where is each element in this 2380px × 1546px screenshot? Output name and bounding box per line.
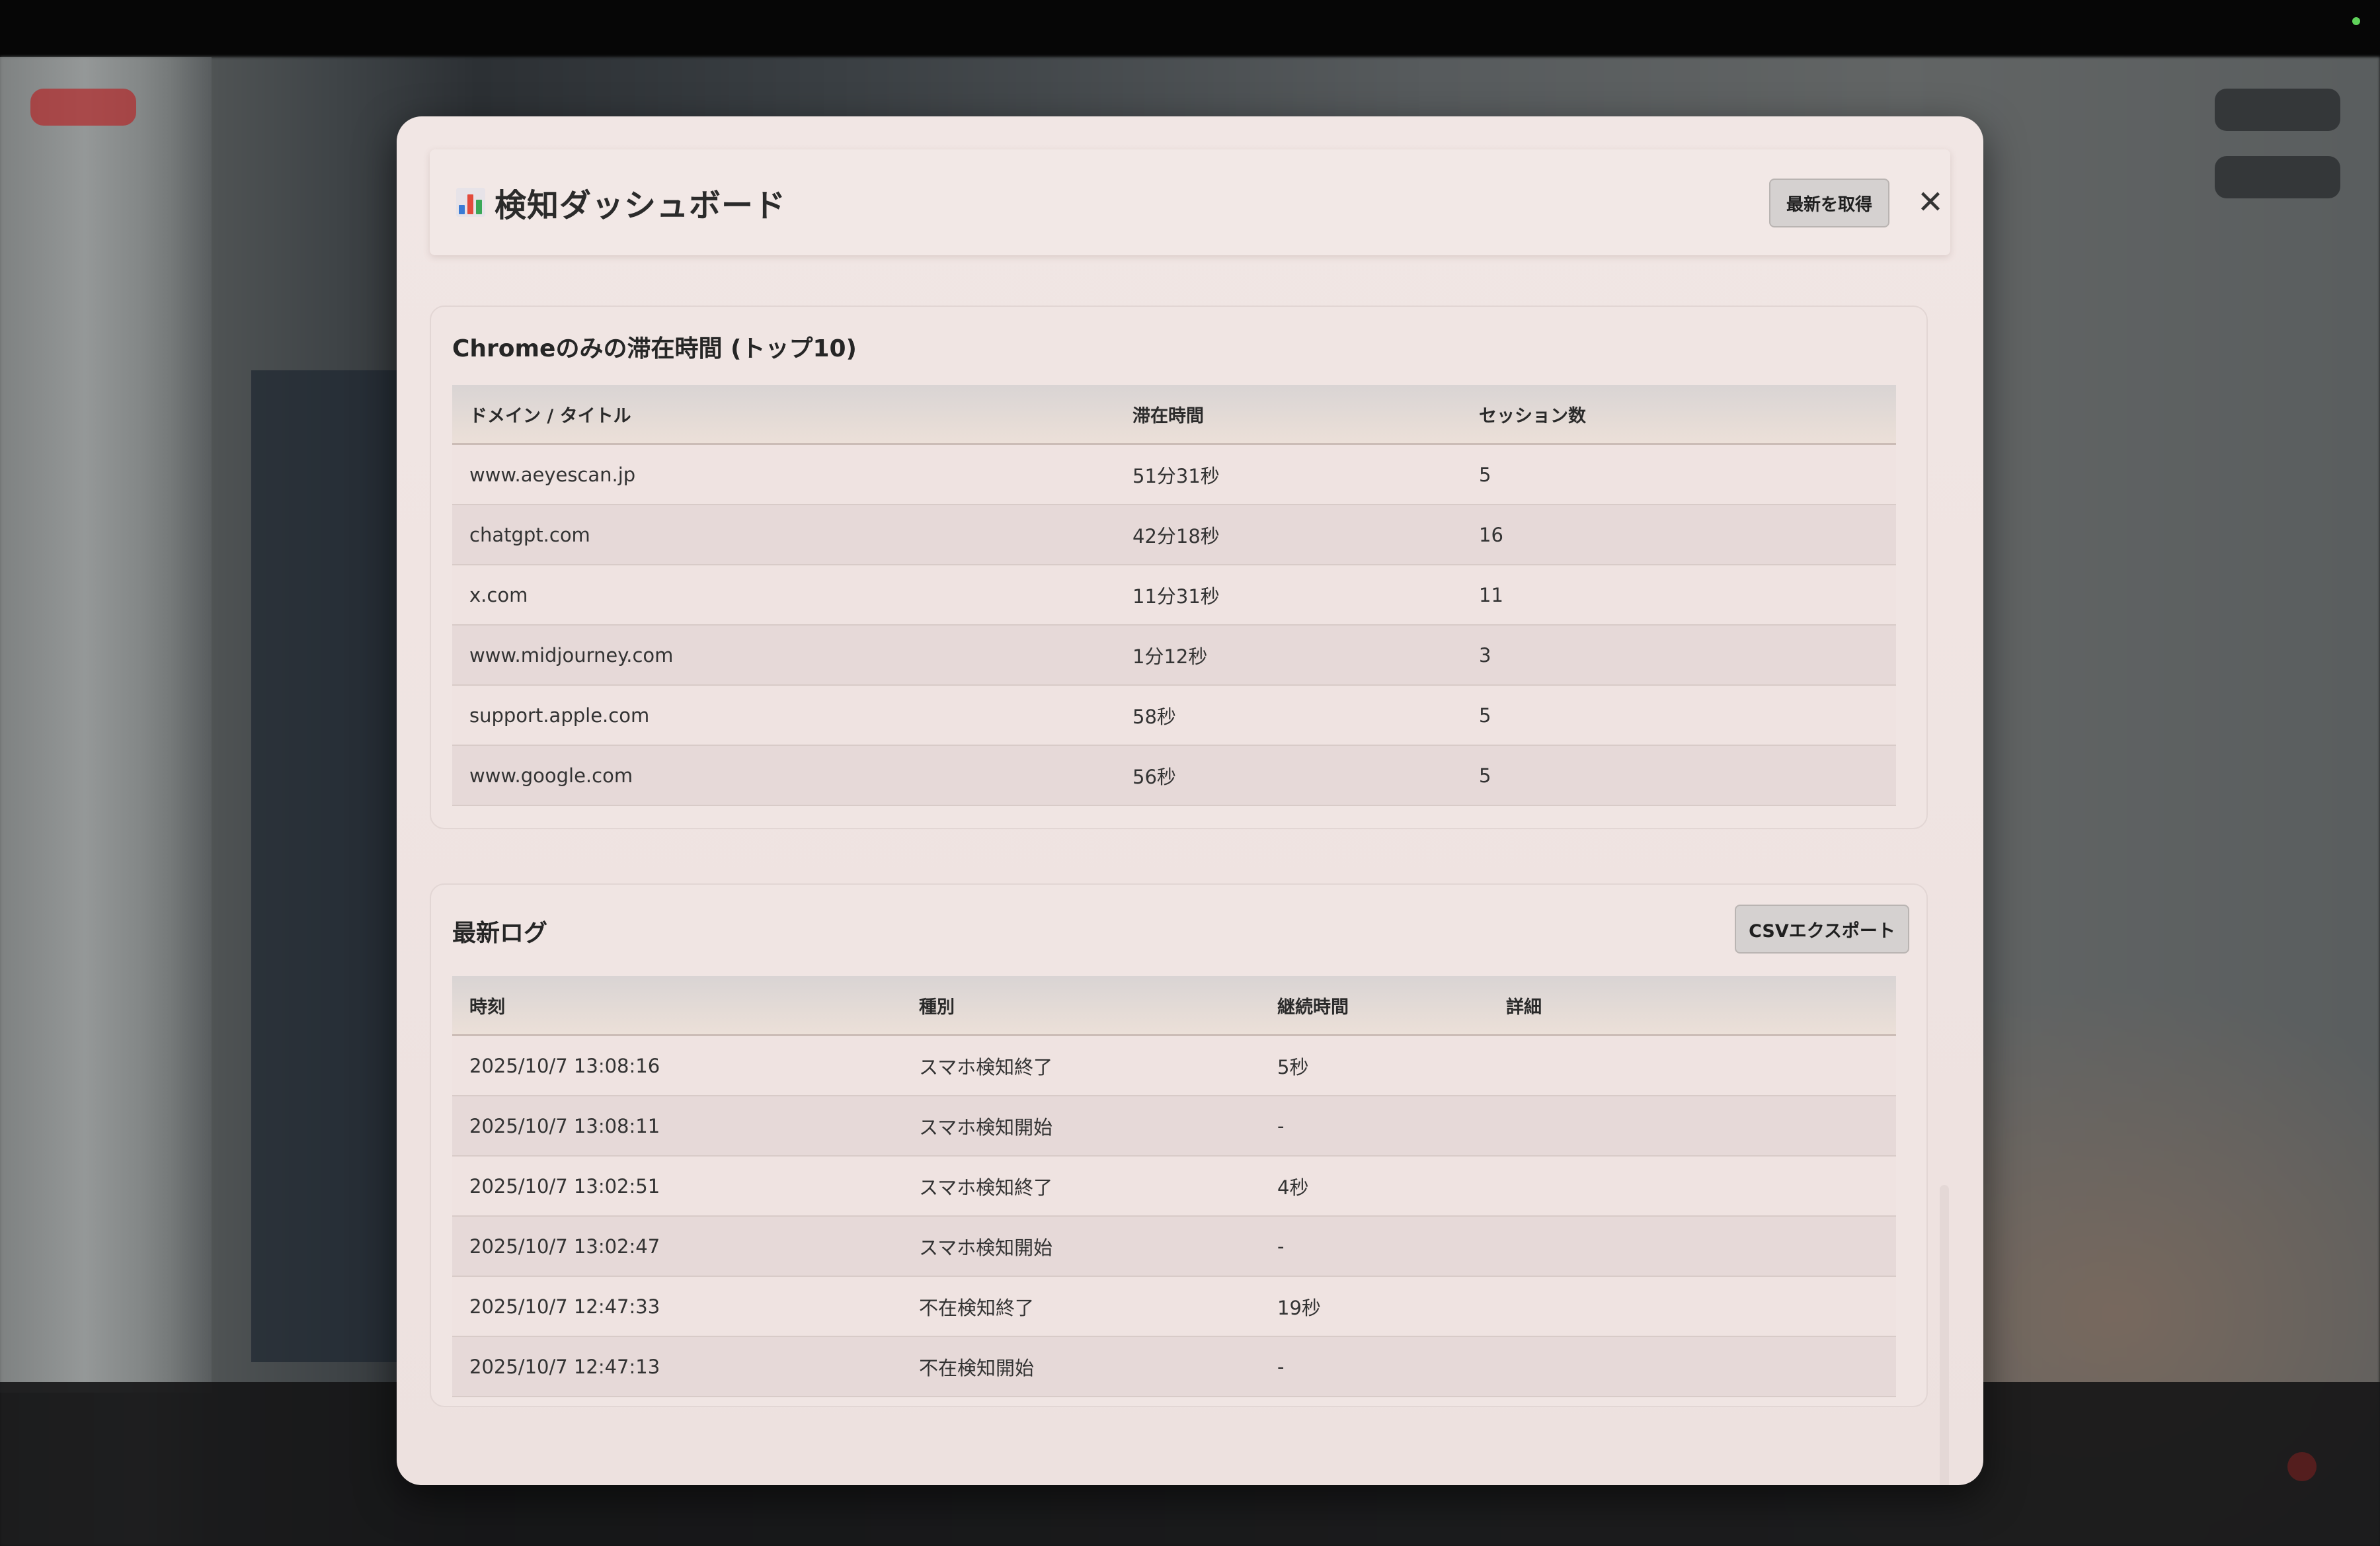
timestamp-cell: 2025/10/7 12:47:33 xyxy=(452,1276,902,1337)
sessions-cell: 5 xyxy=(1462,745,1896,806)
type-cell: スマホ検知開始 xyxy=(902,1216,1260,1277)
table-row: 2025/10/7 12:47:33 不在検知終了 19秒 xyxy=(452,1276,1896,1337)
sessions-cell: 11 xyxy=(1462,565,1896,626)
duration-cell: 19秒 xyxy=(1260,1276,1489,1337)
sessions-cell: 3 xyxy=(1462,625,1896,686)
timestamp-cell: 2025/10/7 13:08:16 xyxy=(452,1035,902,1096)
column-header-domain[interactable]: ドメイン / タイトル xyxy=(452,385,1115,445)
screen: 検知ダッシュボード 最新を取得 ✕ Chromeのみの滞在時間 (トップ10) … xyxy=(0,0,2380,1546)
dashboard-modal: 検知ダッシュボード 最新を取得 ✕ Chromeのみの滞在時間 (トップ10) … xyxy=(397,116,1983,1485)
background-button xyxy=(2215,89,2340,131)
log-table: 時刻 種別 継続時間 詳細 2025/10/7 13:08:16 スマホ検知終了… xyxy=(452,976,1896,1397)
table-header-row: ドメイン / タイトル 滞在時間 セッション数 xyxy=(452,385,1896,445)
latest-log-section: 最新ログ CSVエクスポート 時刻 種別 継続時間 詳細 2025/10/7 1… xyxy=(430,883,1928,1407)
duration-cell: - xyxy=(1260,1216,1489,1277)
domain-cell: www.google.com xyxy=(452,745,1115,806)
close-icon[interactable]: ✕ xyxy=(1911,183,1950,222)
detail-cell xyxy=(1489,1096,1896,1157)
table-row: 2025/10/7 13:08:16 スマホ検知終了 5秒 xyxy=(452,1035,1896,1096)
type-cell: スマホ検知終了 xyxy=(902,1035,1260,1096)
status-indicator-dot xyxy=(2352,17,2360,25)
detail-cell xyxy=(1489,1276,1896,1337)
detail-cell xyxy=(1489,1216,1896,1277)
csv-export-button[interactable]: CSVエクスポート xyxy=(1735,905,1909,954)
domain-cell: support.apple.com xyxy=(452,685,1115,746)
time-cell: 1分12秒 xyxy=(1115,625,1462,686)
duration-cell: - xyxy=(1260,1096,1489,1157)
table-header-row: 時刻 種別 継続時間 詳細 xyxy=(452,976,1896,1036)
chrome-time-table: ドメイン / タイトル 滞在時間 セッション数 www.aeyescan.jp … xyxy=(452,385,1896,806)
table-row: 2025/10/7 13:02:51 スマホ検知終了 4秒 xyxy=(452,1156,1896,1217)
sessions-cell: 5 xyxy=(1462,685,1896,746)
time-cell: 56秒 xyxy=(1115,745,1462,806)
type-cell: スマホ検知終了 xyxy=(902,1156,1260,1217)
table-row: x.com 11分31秒 11 xyxy=(452,565,1896,626)
background-shape xyxy=(251,370,397,1362)
table-row: www.midjourney.com 1分12秒 3 xyxy=(452,625,1896,686)
timestamp-cell: 2025/10/7 13:02:51 xyxy=(452,1156,902,1217)
column-header-time[interactable]: 時刻 xyxy=(452,976,902,1036)
timestamp-cell: 2025/10/7 12:47:13 xyxy=(452,1336,902,1397)
type-cell: スマホ検知開始 xyxy=(902,1096,1260,1157)
duration-cell: 5秒 xyxy=(1260,1035,1489,1096)
modal-title: 検知ダッシュボード xyxy=(495,187,787,224)
time-cell: 11分31秒 xyxy=(1115,565,1462,626)
table-row: support.apple.com 58秒 5 xyxy=(452,685,1896,746)
time-cell: 51分31秒 xyxy=(1115,444,1462,505)
time-cell: 42分18秒 xyxy=(1115,505,1462,565)
duration-cell: - xyxy=(1260,1336,1489,1397)
domain-cell: chatgpt.com xyxy=(452,505,1115,565)
timestamp-cell: 2025/10/7 13:08:11 xyxy=(452,1096,902,1157)
sessions-cell: 5 xyxy=(1462,444,1896,505)
time-cell: 58秒 xyxy=(1115,685,1462,746)
detail-cell xyxy=(1489,1035,1896,1096)
column-header-sessions[interactable]: セッション数 xyxy=(1462,385,1896,445)
table-row: www.aeyescan.jp 51分31秒 5 xyxy=(452,444,1896,505)
detail-cell xyxy=(1489,1336,1896,1397)
column-header-time[interactable]: 滞在時間 xyxy=(1115,385,1462,445)
bar-chart-icon xyxy=(456,188,485,217)
duration-cell: 4秒 xyxy=(1260,1156,1489,1217)
section-title: 最新ログ xyxy=(452,920,548,947)
column-header-detail[interactable]: 詳細 xyxy=(1489,976,1896,1036)
background-red-dot xyxy=(2287,1452,2317,1481)
domain-cell: www.midjourney.com xyxy=(452,625,1115,686)
top-bar xyxy=(0,0,2380,57)
domain-cell: www.aeyescan.jp xyxy=(452,444,1115,505)
background-curtain xyxy=(0,57,212,1393)
table-row: 2025/10/7 13:02:47 スマホ検知開始 - xyxy=(452,1216,1896,1277)
column-header-type[interactable]: 種別 xyxy=(902,976,1260,1036)
timestamp-cell: 2025/10/7 13:02:47 xyxy=(452,1216,902,1277)
refresh-button[interactable]: 最新を取得 xyxy=(1769,179,1889,227)
table-row: 2025/10/7 13:08:11 スマホ検知開始 - xyxy=(452,1096,1896,1157)
table-row: www.google.com 56秒 5 xyxy=(452,745,1896,806)
modal-header: 検知ダッシュボード 最新を取得 ✕ xyxy=(430,149,1950,255)
table-row: chatgpt.com 42分18秒 16 xyxy=(452,505,1896,565)
type-cell: 不在検知開始 xyxy=(902,1336,1260,1397)
sessions-cell: 16 xyxy=(1462,505,1896,565)
type-cell: 不在検知終了 xyxy=(902,1276,1260,1337)
domain-cell: x.com xyxy=(452,565,1115,626)
column-header-duration[interactable]: 継続時間 xyxy=(1260,976,1489,1036)
background-button xyxy=(2215,156,2340,198)
detail-cell xyxy=(1489,1156,1896,1217)
chrome-time-section: Chromeのみの滞在時間 (トップ10) ドメイン / タイトル 滞在時間 セ… xyxy=(430,305,1928,829)
section-title: Chromeのみの滞在時間 (トップ10) xyxy=(452,335,857,362)
modal-scrollbar[interactable] xyxy=(1940,1185,1949,1485)
table-row: 2025/10/7 12:47:13 不在検知開始 - xyxy=(452,1336,1896,1397)
title-group: 検知ダッシュボード xyxy=(456,180,786,225)
background-red-badge xyxy=(30,89,136,126)
